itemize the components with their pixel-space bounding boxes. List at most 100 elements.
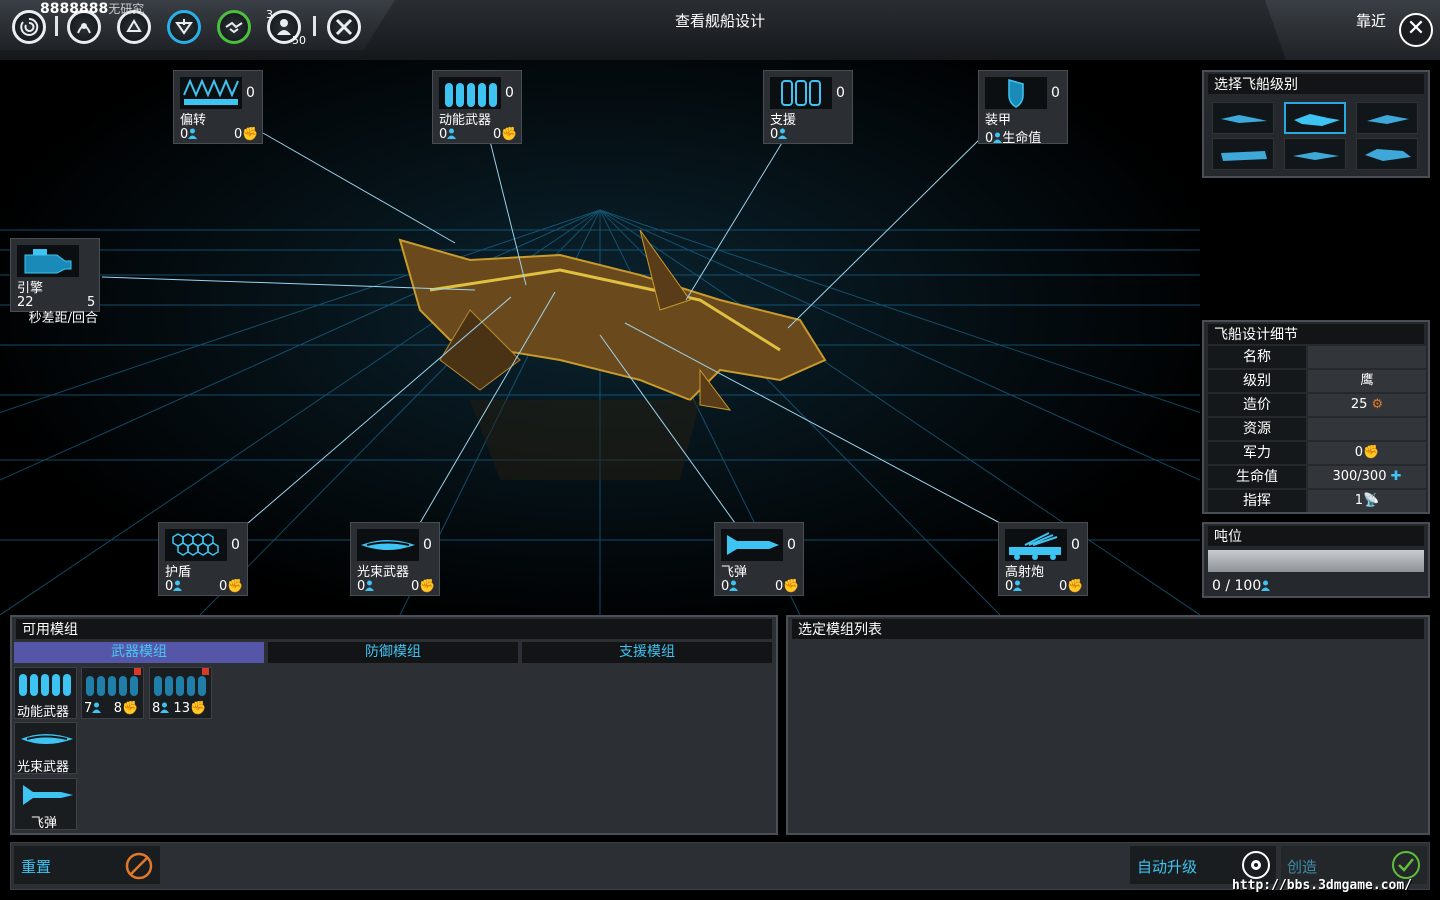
checkmark-icon (1392, 851, 1420, 879)
tonnage-panel: 吨位 0 / 100 (1202, 522, 1430, 598)
module-label: 光束武器 (357, 565, 410, 580)
armor-shield-icon (985, 77, 1047, 109)
module-count: 0 (1051, 85, 1060, 101)
detail-row-resources: 资源 (1208, 418, 1426, 440)
module-slot-engine[interactable]: 引擎 22 5 (10, 238, 100, 312)
engine-value-1: 22 (17, 295, 34, 310)
close-icon[interactable]: ✕ (1399, 13, 1433, 47)
module-crew: 0 (165, 579, 183, 594)
tab-support-modules[interactable]: 支援模组 (522, 642, 772, 663)
available-module-missile[interactable]: 飞弹 (14, 778, 77, 831)
kinetic-icon (439, 77, 501, 109)
module-count: 0 (246, 85, 255, 101)
missile-icon (721, 529, 783, 561)
shield-hex-icon (165, 529, 227, 561)
module-slot-beam[interactable]: 0 光束武器 0 0✊ (350, 522, 440, 596)
ship-class-thumb-selected[interactable] (1284, 102, 1346, 134)
new-flag-icon (202, 668, 209, 675)
ship-details-panel: 飞船设计细节 名称 级别鹰 造价 25 ⚙ 资源 军力 0✊ 生命值 300/300 … (1202, 320, 1430, 514)
module-crew: 0 (180, 127, 198, 142)
detail-row-command: 指挥 1📡 (1208, 490, 1426, 512)
gear-icon: ⚙ (1371, 397, 1384, 412)
module-power: 0✊ (411, 579, 436, 594)
create-label: 创造 (1287, 858, 1318, 876)
module-stats: 7 8✊ (84, 701, 139, 716)
module-label: 动能武器 (17, 705, 70, 720)
tab-defense-modules[interactable]: 防御模组 (268, 642, 518, 663)
ship-class-thumb[interactable] (1356, 102, 1418, 134)
module-power: 0✊ (775, 579, 800, 594)
module-crew: 0 (770, 127, 788, 142)
module-count: 0 (423, 537, 432, 553)
module-crew: 0 (357, 579, 375, 594)
module-count: 0 (1071, 537, 1080, 553)
ship-class-thumb[interactable] (1212, 138, 1274, 170)
panel-title: 吨位 (1208, 526, 1424, 546)
missile-icon (23, 785, 73, 805)
available-module-kinetic[interactable]: 动能武器 (14, 667, 77, 720)
module-slot-support[interactable]: 0 支援 0 (763, 70, 853, 144)
module-crew: 0 (721, 579, 739, 594)
module-crew: 0 (439, 127, 457, 142)
tonnage-bar (1208, 550, 1424, 572)
panel-title: 可用模组 (16, 619, 772, 639)
new-flag-icon (134, 668, 141, 675)
module-crew: 0 (1005, 579, 1023, 594)
engine-value-2: 5 (87, 295, 96, 310)
module-slot-missile[interactable]: 0 飞弹 0 0✊ (714, 522, 804, 596)
engine-unit-label: 秒差距/回合 (28, 311, 98, 326)
module-slot-armor[interactable]: 0 装甲 0 生命值 (978, 70, 1068, 146)
available-module-kinetic-heavy[interactable]: 8 13✊ (149, 667, 212, 719)
module-label: 光束武器 (17, 760, 70, 775)
zoom-button[interactable]: 靠近 (1356, 10, 1386, 31)
population-badge-bottom: 50 (292, 34, 306, 47)
module-label: 飞弹 (31, 816, 58, 831)
module-power: 0✊ (1059, 579, 1084, 594)
available-module-kinetic-upgraded[interactable]: 7 8✊ (81, 667, 144, 719)
module-label: 动能武器 (439, 113, 492, 128)
module-count: 0 (836, 85, 845, 101)
selected-modules-panel: 选定模组列表 (786, 615, 1430, 835)
module-power: 0✊ (493, 127, 518, 142)
module-count: 0 (787, 537, 796, 553)
module-label: 护盾 (165, 565, 192, 580)
ship-model (398, 229, 827, 480)
module-slot-kinetic[interactable]: 0 动能武器 0 0✊ (432, 70, 522, 144)
panel-title: 飞船设计细节 (1208, 324, 1424, 344)
detail-row-name: 名称 (1208, 346, 1426, 368)
gear-cycle-icon (1242, 851, 1270, 879)
module-label: 高射炮 (1005, 565, 1045, 580)
flak-launcher-icon (1005, 529, 1067, 561)
kinetic-icon (19, 674, 71, 696)
prohibit-icon (125, 852, 153, 880)
module-label: 支援 (770, 113, 797, 128)
module-slot-flak[interactable]: 0 高射炮 0 0✊ (998, 522, 1088, 596)
ship-class-thumb[interactable] (1212, 102, 1274, 134)
beam-icon (21, 734, 73, 744)
ship-class-thumb[interactable] (1284, 138, 1346, 170)
ship-class-thumb[interactable] (1356, 138, 1418, 170)
watermark: http://bbs.3dmgame.com/ (1232, 878, 1413, 893)
page-title: 查看舰船设计 (674, 12, 765, 30)
support-icon (770, 77, 832, 109)
available-module-beam[interactable]: 光束武器 (14, 722, 77, 775)
detail-row-class: 级别鹰 (1208, 370, 1426, 392)
reset-label: 重置 (21, 858, 52, 876)
deflector-icon (180, 77, 242, 109)
ship-name-input[interactable] (1308, 346, 1426, 368)
module-slot-shield[interactable]: 0 护盾 0 0✊ (158, 522, 248, 596)
module-count: 0 (231, 537, 240, 553)
module-label: 引擎 (17, 281, 44, 296)
detail-row-cost: 造价 25 ⚙ (1208, 394, 1426, 416)
satellite-icon: 📡 (1363, 493, 1380, 508)
module-power: 0✊ (234, 127, 259, 142)
tab-weapon-modules[interactable]: 武器模组 (14, 642, 264, 663)
module-count: 0 (505, 85, 514, 101)
engine-icon (17, 245, 79, 277)
module-label: 装甲 (985, 113, 1012, 128)
beam-icon (357, 529, 419, 561)
module-hp: 0 生命值 (985, 131, 1042, 146)
panel-title: 选定模组列表 (792, 619, 1424, 639)
reset-button[interactable]: 重置 (14, 846, 160, 884)
module-slot-deflector[interactable]: 0 偏转 0 0✊ (173, 70, 263, 144)
